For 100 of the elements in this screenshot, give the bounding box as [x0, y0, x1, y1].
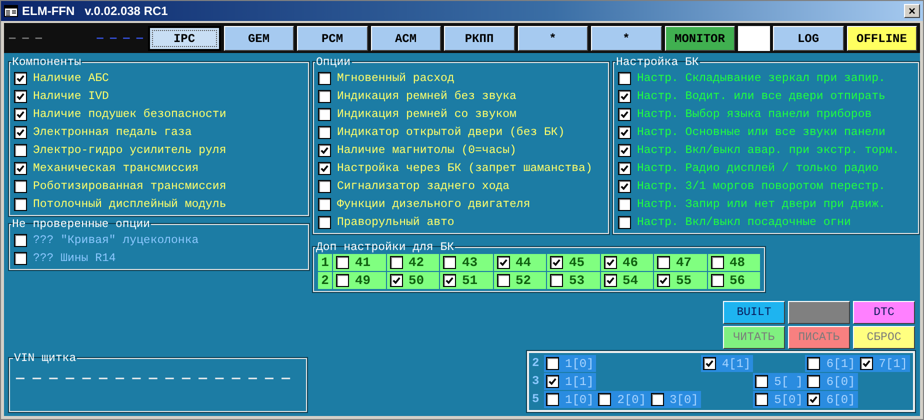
checkbox[interactable] — [443, 274, 456, 287]
bit-label: 2[0] — [617, 392, 646, 406]
checkbox[interactable] — [14, 108, 27, 120]
tab[interactable]: GEM — [224, 26, 294, 51]
checkbox[interactable] — [702, 357, 716, 370]
checkbox[interactable] — [657, 274, 670, 287]
blank-button[interactable] — [788, 301, 850, 324]
row-number: 5 — [532, 391, 540, 408]
checkbox[interactable] — [598, 393, 612, 406]
bit-label: 1[0] — [565, 356, 594, 370]
checkbox[interactable] — [755, 393, 768, 406]
checkbox[interactable] — [14, 162, 27, 174]
option-label: 51 — [462, 273, 478, 288]
checkbox[interactable] — [604, 256, 616, 269]
checkbox[interactable] — [318, 90, 331, 102]
checkbox[interactable] — [14, 198, 27, 210]
checkbox[interactable] — [550, 256, 563, 269]
option-label: Электро-гидро усилитель руля — [33, 144, 226, 156]
checkbox[interactable] — [318, 72, 331, 84]
vin-value: — — — — — — — — — — — — — — — — — — [16, 371, 292, 387]
checkbox[interactable] — [657, 256, 670, 269]
checkbox[interactable] — [318, 198, 331, 210]
checkbox[interactable] — [618, 216, 631, 228]
bit-label: 4[1] — [722, 356, 751, 370]
option-label: 43 — [462, 255, 478, 270]
checkbox[interactable] — [336, 274, 349, 287]
bit-label: 6[1] — [826, 356, 856, 370]
option-label: 50 — [408, 273, 424, 288]
checkbox[interactable] — [318, 108, 331, 120]
checkbox[interactable] — [318, 180, 331, 192]
checkbox[interactable] — [618, 90, 631, 102]
bit-label: 1[1] — [565, 374, 594, 388]
checkbox[interactable] — [755, 375, 768, 388]
checkbox[interactable] — [390, 256, 402, 269]
checkbox[interactable] — [390, 274, 402, 287]
checkbox[interactable] — [14, 72, 27, 84]
panel-title: Доп настройки для БК — [315, 241, 456, 254]
option-label: Настр. Вкл/выкл авар. при экстр. торм. — [637, 144, 900, 156]
bit-label: 1[0] — [565, 392, 594, 406]
tab[interactable]: OFFLINE — [846, 26, 917, 51]
option-label: ??? Шины R14 — [33, 252, 116, 264]
option-label: Индикация ремней без звука — [337, 90, 516, 102]
checkbox[interactable] — [318, 126, 331, 138]
checkbox[interactable] — [807, 375, 820, 388]
tab[interactable]: ACM — [370, 26, 441, 51]
checkbox[interactable] — [807, 357, 820, 370]
option-label: 44 — [516, 255, 532, 270]
checkbox[interactable] — [14, 234, 27, 246]
checkbox[interactable] — [318, 162, 331, 174]
panel-title: Не проверенные опции — [11, 218, 152, 231]
window-title: ELM-FFN v.0.02.038 RC1 — [22, 4, 168, 18]
option-label: Настр. Радио дисплей / только радио — [637, 162, 879, 174]
option-label: Настр. Основные или все звуки панели — [637, 126, 886, 138]
tab[interactable]: MONITOR — [664, 26, 735, 51]
checkbox[interactable] — [650, 393, 664, 406]
checkbox[interactable] — [807, 393, 820, 406]
option-label: 54 — [622, 273, 638, 288]
action-button[interactable]: DTC — [853, 301, 915, 324]
checkbox[interactable] — [14, 144, 27, 156]
option-label: Функции дизельного двигателя — [337, 198, 530, 210]
tab[interactable]: LOG — [773, 26, 844, 51]
checkbox[interactable] — [14, 180, 27, 192]
tab[interactable]: PCM — [297, 26, 368, 51]
checkbox[interactable] — [618, 72, 631, 84]
checkbox[interactable] — [618, 108, 631, 120]
checkbox[interactable] — [443, 256, 456, 269]
checkbox[interactable] — [14, 252, 27, 264]
checkbox[interactable] — [14, 90, 27, 102]
checkbox[interactable] — [618, 198, 631, 210]
checkbox[interactable] — [546, 375, 559, 388]
option-label: 46 — [622, 255, 638, 270]
checkbox[interactable] — [546, 357, 559, 370]
option-label: 52 — [516, 273, 532, 288]
tab[interactable]: РКПП — [444, 26, 514, 51]
tab[interactable]: IPC — [148, 26, 220, 51]
tab[interactable]: * — [518, 26, 588, 51]
checkbox[interactable] — [496, 274, 510, 287]
window-icon — [4, 5, 18, 17]
checkbox[interactable] — [496, 256, 510, 269]
checkbox[interactable] — [546, 393, 559, 406]
checkbox[interactable] — [14, 126, 27, 138]
checkbox[interactable] — [336, 256, 349, 269]
tab[interactable]: * — [591, 26, 662, 51]
checkbox[interactable] — [860, 357, 873, 370]
checkbox[interactable] — [618, 162, 631, 174]
bit-label: 5[0] — [774, 392, 803, 406]
checkbox[interactable] — [618, 180, 631, 192]
action-button[interactable]: BUILT — [723, 301, 785, 324]
bit-label: 5[ ] — [774, 374, 803, 388]
checkbox[interactable] — [618, 144, 631, 156]
option-label: Индикатор открытой двери (без БК) — [337, 126, 565, 138]
checkbox[interactable] — [318, 144, 331, 156]
checkbox[interactable] — [550, 274, 563, 287]
bit-label: 7[1] — [878, 356, 908, 370]
close-button[interactable]: × — [904, 4, 920, 18]
checkbox[interactable] — [710, 274, 724, 287]
checkbox[interactable] — [604, 274, 616, 287]
checkbox[interactable] — [618, 126, 631, 138]
checkbox[interactable] — [318, 216, 331, 228]
checkbox[interactable] — [710, 256, 724, 269]
